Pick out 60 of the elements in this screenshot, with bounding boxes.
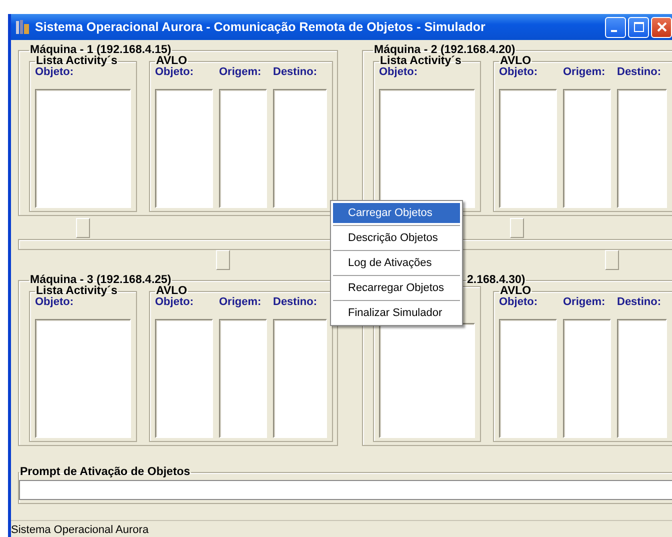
list-box[interactable] [499,89,557,208]
minimize-button[interactable] [605,16,626,38]
list-box[interactable] [379,89,475,208]
input-field[interactable] [19,480,672,500]
close-button[interactable] [651,16,672,38]
menu-item[interactable]: Carregar Objetos [333,203,460,223]
maximize-icon [632,21,644,33]
close-icon [656,21,668,33]
splitter-handle[interactable] [605,250,619,270]
column-label: Destino: [617,66,662,79]
column-label: Objeto: [35,296,74,309]
menu-item[interactable]: Recarregar Objetos [333,278,460,298]
splitter-handle[interactable] [76,218,90,238]
list-box[interactable] [563,319,611,438]
column-label: Origem: [219,296,262,309]
list-box[interactable] [273,89,327,208]
menu-item[interactable]: Finalizar Simulador [333,303,460,323]
group-title: Lista Activity´s [36,286,118,296]
column-label: Objeto: [155,66,194,79]
splitter-handle[interactable] [510,218,524,238]
window-title: Sistema Operacional Aurora - Comunicação Remota de Objetos - Simulador [35,20,486,34]
menu-item[interactable]: Descrição Objetos [333,228,460,248]
list-box[interactable] [379,323,475,438]
group-title: Prompt de Ativação de Objetos [19,466,192,478]
list-box[interactable] [155,89,213,208]
list-box[interactable] [617,319,667,438]
group-title: AVLO [500,286,532,296]
column-label: Origem: [219,66,262,79]
column-label: Origem: [563,66,606,79]
group-title: AVLO [156,56,188,66]
maximize-button[interactable] [628,16,649,38]
list-box[interactable] [563,89,611,208]
list-box[interactable] [219,319,267,438]
list-box[interactable] [273,319,327,438]
column-label: Objeto: [379,66,418,79]
column-label: Origem: [563,296,606,309]
minimize-icon [610,30,616,32]
column-label: Destino: [617,296,662,309]
group-title: Máquina - 1 (192.168.4.15) [29,44,172,56]
menu-item[interactable]: Log de Ativações [333,253,460,273]
group-title: AVLO [500,56,532,66]
list-box[interactable] [499,319,557,438]
group-title: Lista Activity´s [380,56,462,66]
column-label: Objeto: [155,296,194,309]
splitter-handle[interactable] [216,250,230,270]
group-title: Máquina - 3 (192.168.4.25) [29,274,172,286]
column-label: Objeto: [499,296,538,309]
group-title: Máquina - 2 (192.168.4.20) [373,44,516,56]
column-label: Objeto: [499,66,538,79]
group-title: 2.168.4.30) [466,274,526,286]
column-label: Destino: [273,66,318,79]
column-label: Destino: [273,296,318,309]
status-bar: Sistema Operacional Aurora [11,520,672,537]
group-title: AVLO [156,286,188,296]
column-label: Objeto: [35,66,74,79]
list-box[interactable] [617,89,667,208]
app-icon [15,19,31,35]
list-box[interactable] [155,319,213,438]
group-title: Lista Activity´s [36,56,118,66]
list-box[interactable] [219,89,267,208]
